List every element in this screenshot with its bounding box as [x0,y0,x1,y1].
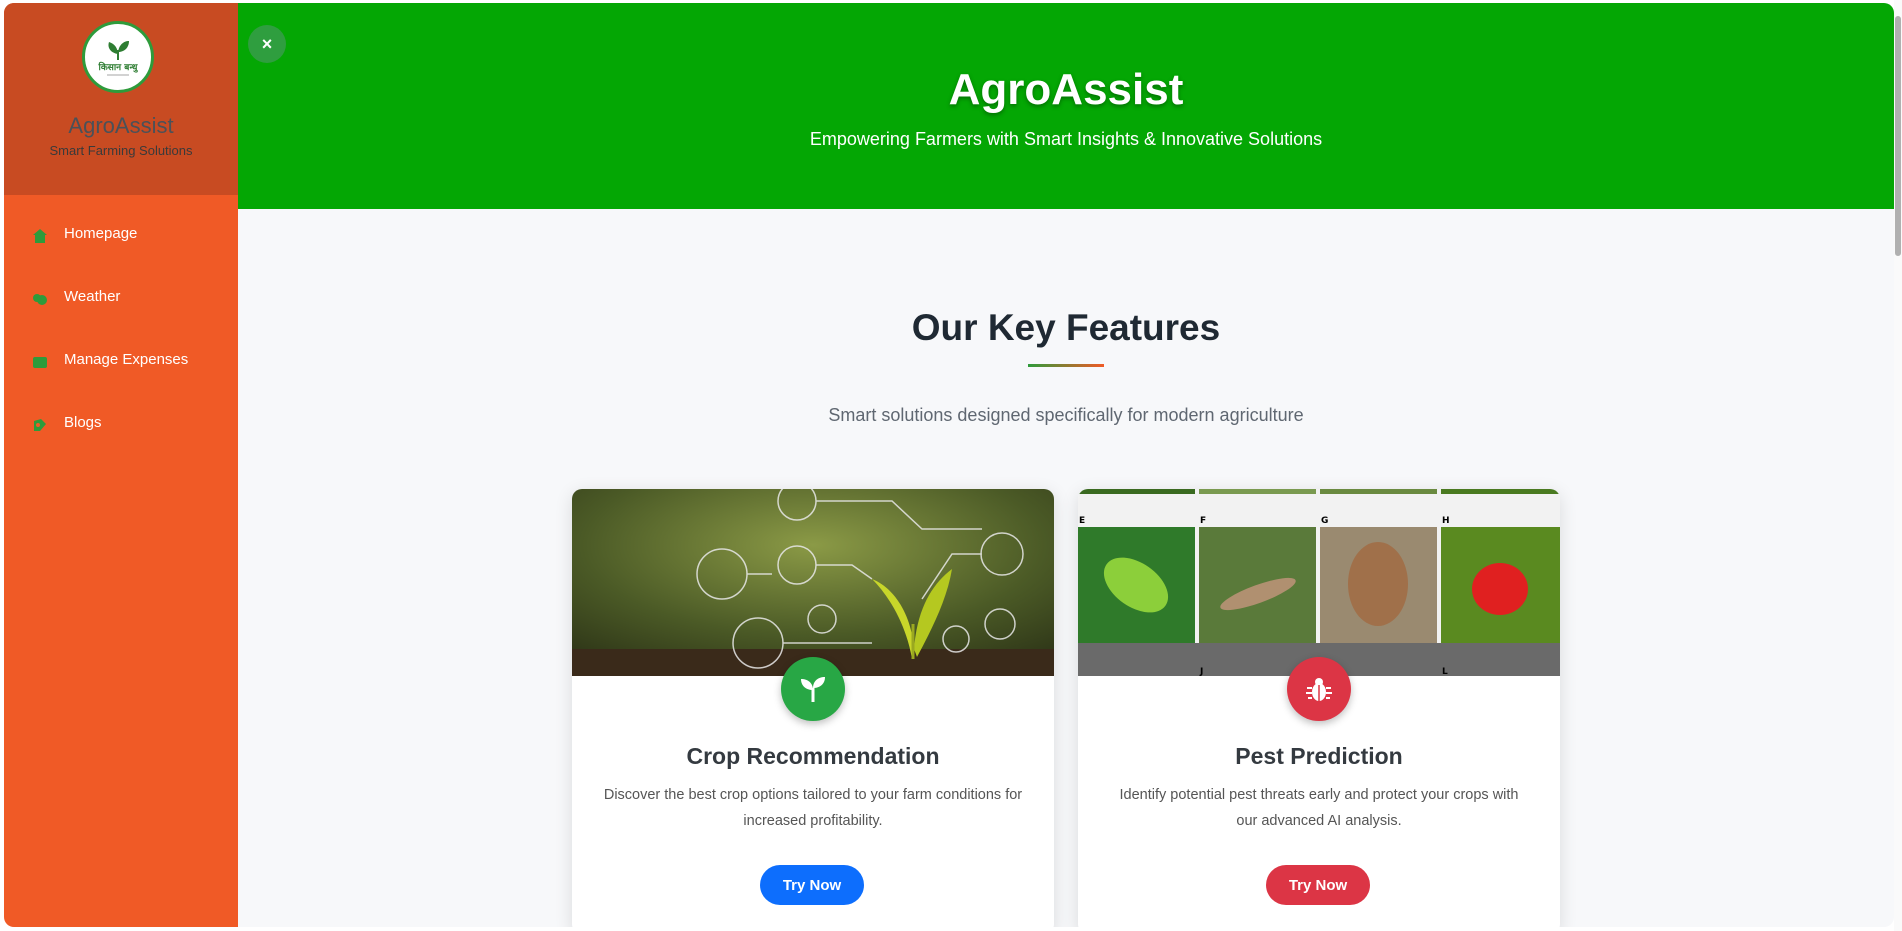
bug-icon [1287,657,1351,721]
feature-card-crop-recommendation: Crop Recommendation Discover the best cr… [572,489,1054,927]
scrollbar-thumb[interactable] [1895,16,1901,256]
panel-label-l: L [1442,667,1448,676]
home-icon [32,228,48,244]
seedling-icon [781,657,845,721]
panel-label-j: J [1199,667,1203,676]
card-description: Identify potential pest threats early an… [1119,787,1519,829]
crop-image [572,489,1054,676]
close-sidebar-button[interactable]: × [248,25,286,63]
sidebar-item-label: Homepage [64,225,138,242]
panel-label-g: G [1321,516,1328,526]
feature-card-pest-prediction: E F G H J L Pest Prediction Identify pot… [1078,489,1560,927]
page-title: AgroAssist [948,65,1184,114]
page-subtitle: Empowering Farmers with Smart Insights &… [809,129,1323,149]
pest-image: E F G H J L [1078,489,1560,677]
app-frame: किसान बन्धु AgroAssist Smart Farming Sol… [4,3,1894,927]
sidebar-item-label: Weather [64,288,121,305]
card-title: Crop Recommendation [686,743,940,769]
blog-icon [32,417,48,433]
sidebar-item-homepage[interactable]: Homepage [4,225,238,288]
sidebar: किसान बन्धु AgroAssist Smart Farming Sol… [4,3,238,927]
panel-label-f: F [1200,516,1206,526]
sidebar-item-label: Blogs [64,414,102,431]
try-now-button[interactable]: Try Now [1266,865,1370,905]
sidebar-nav: Homepage Weather Manage Expenses Blogs [4,225,238,477]
sidebar-item-blogs[interactable]: Blogs [4,414,238,477]
card-description: Discover the best crop options tailored … [603,787,1023,829]
brand-tagline: Smart Farming Solutions [49,143,193,158]
try-now-button[interactable]: Try Now [760,865,864,905]
hero-header: AgroAssist Empowering Farmers with Smart… [238,3,1894,209]
wallet-icon [32,354,48,370]
brand-logo[interactable]: किसान बन्धु [82,21,154,93]
sidebar-brand: किसान बन्धु AgroAssist Smart Farming Sol… [4,3,238,195]
panel-label-h: H [1442,516,1450,526]
logo-graphic: किसान बन्धु [98,41,139,76]
title-underline [1028,364,1104,367]
card-title: Pest Prediction [1235,743,1403,769]
logo-text: किसान बन्धु [98,61,139,73]
sidebar-item-weather[interactable]: Weather [4,288,238,351]
cloud-icon [32,291,48,307]
sidebar-item-label: Manage Expenses [64,351,189,368]
features-title: Our Key Features [911,307,1221,348]
brand-name: AgroAssist [68,113,174,138]
panel-label-e: E [1079,516,1085,526]
features-subtitle: Smart solutions designed specifically fo… [828,405,1304,425]
sidebar-item-manage-expenses[interactable]: Manage Expenses [4,351,238,414]
